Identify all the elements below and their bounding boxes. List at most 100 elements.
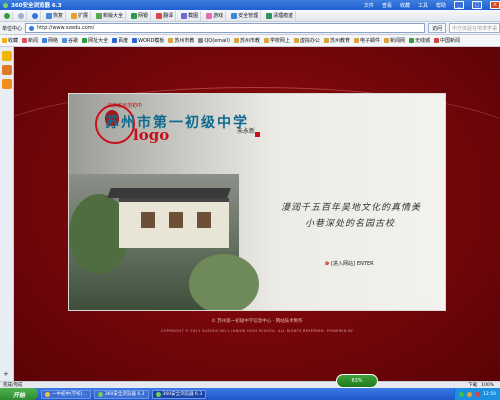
back-arrow-icon (4, 12, 10, 19)
tray-icon[interactable] (467, 391, 473, 397)
favorite-label: 苏州市教 (174, 38, 195, 44)
start-button[interactable]: 开始 (0, 388, 38, 400)
enter-en: ENTER (356, 260, 374, 267)
menu-file[interactable]: 文件 (364, 2, 374, 9)
restore-icon (46, 12, 52, 19)
toolbar-item-bank[interactable]: 网银 (129, 10, 152, 21)
go-button[interactable]: 访问 (428, 23, 447, 33)
favorite-item[interactable]: QQ(email) (198, 38, 230, 44)
favorite-item[interactable]: 无线城 (408, 37, 430, 44)
clock: 12:50 (483, 391, 496, 397)
page-icon (112, 38, 118, 43)
extensions-icon (71, 12, 78, 19)
taskbar-button[interactable]: 360安全浏览器 6.3 (93, 389, 149, 399)
toolbar-item-translate[interactable]: 翻译 (154, 10, 177, 21)
favorite-item[interactable]: 中国新闻 (434, 37, 460, 44)
forward-button[interactable] (16, 10, 27, 21)
menu-view[interactable]: 查看 (382, 2, 392, 9)
favorite-label: 网址大全 (88, 38, 109, 44)
search-input[interactable]: 中方体验在地求学语 (449, 23, 500, 33)
favorite-item[interactable]: 电子邮件 (353, 37, 380, 44)
taskbar-label: 一中初中(学校)... (52, 392, 87, 397)
favorites-star-icon[interactable] (2, 51, 12, 61)
taskbar-button-active[interactable]: 360安全浏览器 6.3 (151, 389, 207, 399)
page-icon (233, 38, 239, 43)
favorite-item[interactable]: 收藏 (2, 37, 18, 44)
favorite-item[interactable]: 苏州市教 (168, 37, 194, 44)
favorite-item[interactable]: 网址大全 (82, 37, 108, 44)
browser-toolbar: 恢复 扩展 新版大全 网银 翻译 截图 游戏 安全管理 清理痕迹 (0, 10, 500, 22)
browser-icon (155, 391, 161, 397)
zone-label[interactable]: 单位中心 (2, 25, 22, 32)
minimize-button[interactable]: _ (454, 1, 464, 9)
school-banner: 江苏省示范初中 苏州市第一初级中学 logo 朱永新 漫润千五百年吴地文化的真情… (68, 93, 446, 311)
browser-icon (97, 391, 103, 397)
grid-icon (96, 12, 103, 19)
title-bar: 360安全浏览器 6.3 文件 查看 收藏 工具 帮助 _ □ × (0, 0, 500, 10)
toolbar-item-security[interactable]: 安全管理 (229, 10, 262, 21)
favorite-item[interactable]: 网络 (42, 37, 58, 44)
toolbar-item-games[interactable]: 游戏 (204, 10, 227, 21)
favorite-label: 收藏 (8, 38, 19, 44)
footer-copyright: COPYRIGHT © 2011 SUZHOU NO.1 JUNIOR HIGH… (160, 329, 354, 333)
add-icon[interactable]: + (3, 370, 9, 378)
refresh-icon (32, 12, 38, 19)
back-button[interactable] (2, 10, 13, 21)
favorite-item[interactable]: 新闻 (22, 37, 38, 44)
toolbar-label: 安全管理 (238, 13, 259, 19)
page-icon (263, 38, 269, 43)
favorite-item[interactable]: 苏州市教 (233, 37, 260, 44)
star-icon (2, 38, 7, 43)
page-icon (408, 38, 414, 43)
school-subtitle: 江苏省示范初中 (107, 103, 143, 109)
tray-icon[interactable] (459, 391, 465, 397)
translate-icon (156, 12, 163, 19)
toolbar-label: 新版大全 (103, 13, 124, 19)
maximize-button[interactable]: □ (472, 1, 482, 9)
page-icon (82, 38, 88, 43)
page-icon (168, 38, 174, 43)
favorite-item[interactable]: 谷歌 (62, 37, 78, 44)
window-title: 360安全浏览器 6.3 (11, 3, 62, 9)
calligraphy-line-1: 漫润千五百年吴地文化的真情美 (281, 203, 422, 213)
favorite-label: 谷歌 (68, 38, 79, 44)
toolbar-item-new-version[interactable]: 新版大全 (94, 10, 127, 21)
taskbar-button[interactable]: 一中初中(学校)... (41, 389, 91, 399)
close-button[interactable]: × (490, 1, 500, 9)
toolbar-item-restore[interactable]: 恢复 (44, 10, 67, 21)
weibo-icon[interactable] (2, 65, 12, 75)
favorite-label: 学校网上 (269, 38, 290, 44)
zoom-level[interactable]: 100% (481, 383, 494, 388)
refresh-button[interactable] (30, 10, 41, 21)
toolbar-label: 清理痕迹 (273, 13, 294, 19)
favorite-item[interactable]: 虚拟办公 (293, 37, 320, 44)
speed-label: 63% (351, 378, 363, 384)
favorite-item[interactable]: 苏州教育 (323, 37, 350, 44)
bank-icon (131, 12, 138, 19)
address-input[interactable]: http://www.szedu.com/ (25, 23, 426, 33)
favorite-item[interactable]: WORD模板 (132, 37, 164, 44)
folder-icon (45, 391, 50, 397)
page-icon (198, 38, 204, 43)
toolbar-label: 翻译 (163, 13, 174, 19)
tray-icon[interactable] (475, 391, 481, 397)
favorite-label: 苏州教育 (329, 38, 350, 44)
toolbar-item-clear-history[interactable]: 清理痕迹 (264, 10, 297, 21)
footer-links: © 苏州第一初级中学信息中心 · 网站技术制作 (211, 319, 303, 324)
favorite-item[interactable]: 学校网上 (263, 37, 290, 44)
favorite-label: 百度 (118, 38, 129, 44)
photo-credit: 摄 于 2011 (417, 300, 438, 305)
favorite-item[interactable]: 新闻网 (383, 37, 405, 44)
favorite-item[interactable]: 百度 (112, 37, 128, 44)
toolbar-item-extensions[interactable]: 扩展 (69, 10, 92, 21)
enter-site-link[interactable]: ɘ [进入网站] ENTER (325, 260, 374, 267)
page-icon (353, 38, 359, 43)
toolbar-item-screenshot[interactable]: 截图 (179, 10, 202, 21)
app-icon[interactable] (2, 79, 12, 89)
menu-help[interactable]: 帮助 (436, 2, 446, 9)
menu-tools[interactable]: 工具 (418, 2, 428, 9)
page-icon (383, 38, 389, 43)
network-speed-badge[interactable]: 63% (336, 374, 378, 388)
menu-favorites[interactable]: 收藏 (400, 2, 410, 9)
toolbar-label: 扩展 (78, 13, 89, 19)
